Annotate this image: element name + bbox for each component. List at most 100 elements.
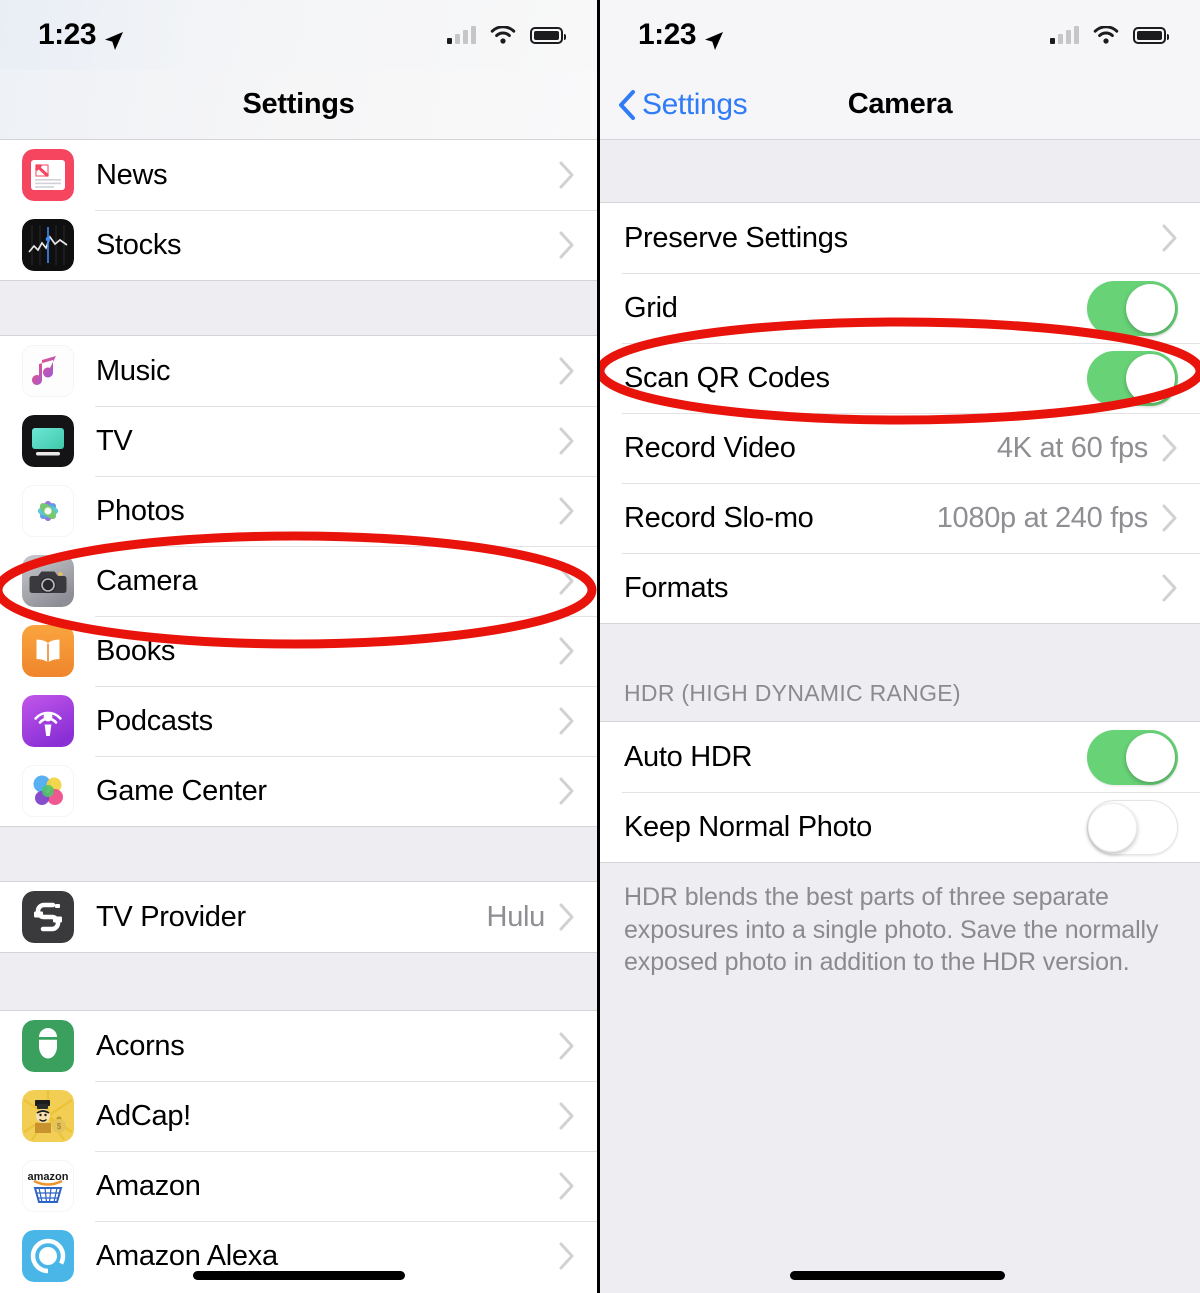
- cellular-signal-icon: [1050, 26, 1079, 44]
- row-formats[interactable]: Formats: [600, 553, 1200, 623]
- back-button[interactable]: Settings: [600, 87, 748, 122]
- grid-toggle[interactable]: [1087, 280, 1178, 336]
- sidebar-item-acorns[interactable]: Acorns: [0, 1011, 597, 1081]
- row-label: Record Slo-mo: [624, 501, 814, 534]
- sidebar-item-label: TV Provider: [96, 900, 246, 933]
- sidebar-item-label: Podcasts: [96, 704, 213, 737]
- row-record-video[interactable]: Record Video 4K at 60 fps: [600, 413, 1200, 483]
- row-label: Record Video: [624, 431, 796, 464]
- sidebar-item-tv-provider[interactable]: TV Provider Hulu: [0, 882, 597, 952]
- left-nav-bar: Settings: [0, 70, 597, 140]
- back-button-label: Settings: [642, 87, 748, 121]
- scan-qr-codes-toggle[interactable]: [1087, 350, 1178, 406]
- settings-section-media-1: News Stocks: [0, 140, 597, 280]
- sidebar-item-stocks[interactable]: Stocks: [0, 210, 597, 280]
- home-indicator: [193, 1271, 405, 1280]
- status-bar-time-group: 1:23: [38, 18, 124, 52]
- sidebar-item-label: TV: [96, 424, 133, 457]
- toggle-knob: [1126, 283, 1175, 333]
- status-bar-indicators: [1050, 24, 1169, 45]
- sidebar-item-books[interactable]: Books: [0, 616, 597, 686]
- chevron-right-icon: [559, 1102, 575, 1130]
- location-arrow-icon: [104, 25, 124, 50]
- chevron-right-icon: [559, 567, 575, 595]
- chevron-right-icon: [559, 1242, 575, 1270]
- status-bar-indicators: [447, 24, 566, 45]
- sidebar-item-music[interactable]: Music: [0, 336, 597, 406]
- row-scan-qr-codes[interactable]: Scan QR Codes: [600, 343, 1200, 413]
- sidebar-item-label: Stocks: [96, 228, 182, 261]
- row-label: Keep Normal Photo: [624, 810, 872, 843]
- section-gap: [0, 826, 597, 882]
- battery-full-icon: [530, 26, 566, 44]
- toggle-knob: [1088, 802, 1137, 852]
- keep-normal-photo-toggle[interactable]: [1087, 799, 1178, 855]
- left-status-bar: 1:23: [0, 0, 597, 70]
- sidebar-item-adcap[interactable]: $ AdCap!: [0, 1081, 597, 1151]
- sidebar-item-tv[interactable]: TV: [0, 406, 597, 476]
- row-auto-hdr[interactable]: Auto HDR: [600, 722, 1200, 792]
- sidebar-item-label: Amazon: [96, 1169, 201, 1202]
- content-filler: [600, 978, 1200, 1293]
- chevron-right-icon: [559, 707, 575, 735]
- section-gap: [600, 624, 1200, 680]
- photos-app-icon: [22, 485, 74, 537]
- row-label: Grid: [624, 291, 678, 324]
- row-grid[interactable]: Grid: [600, 273, 1200, 343]
- row-preserve-settings[interactable]: Preserve Settings: [600, 203, 1200, 273]
- status-bar-time: 1:23: [38, 18, 97, 51]
- news-app-icon: [22, 149, 74, 201]
- sidebar-item-label: AdCap!: [96, 1099, 191, 1132]
- sidebar-item-amazon[interactable]: amazon Amazon: [0, 1151, 597, 1221]
- home-indicator: [790, 1271, 1005, 1280]
- amazon-app-icon: amazon: [22, 1160, 74, 1212]
- settings-section-tv-provider: TV Provider Hulu: [0, 882, 597, 952]
- chevron-right-icon: [1162, 504, 1178, 532]
- right-nav-bar: Settings Camera: [600, 70, 1200, 140]
- chevron-right-icon: [559, 903, 575, 931]
- wifi-icon: [490, 24, 516, 45]
- sidebar-item-label: Acorns: [96, 1029, 185, 1062]
- toggle-knob: [1126, 732, 1175, 782]
- sidebar-item-label: Music: [96, 354, 171, 387]
- stocks-app-icon: [22, 219, 74, 271]
- svg-text:amazon: amazon: [28, 1171, 69, 1183]
- chevron-right-icon: [559, 497, 575, 525]
- chevron-right-icon: [1162, 574, 1178, 602]
- screenshot-root: 1:23 Settings News Stocks Music TV Photo…: [0, 0, 1200, 1293]
- sidebar-item-photos[interactable]: Photos: [0, 476, 597, 546]
- sidebar-item-value: Hulu: [486, 900, 546, 933]
- sidebar-item-camera[interactable]: Camera: [0, 546, 597, 616]
- sidebar-item-podcasts[interactable]: Podcasts: [0, 686, 597, 756]
- section-gap: [0, 280, 597, 336]
- left-phone-screen: 1:23 Settings News Stocks Music TV Photo…: [0, 0, 597, 1293]
- row-label: Scan QR Codes: [624, 361, 830, 394]
- location-arrow-icon: [704, 25, 724, 50]
- sidebar-item-game-center[interactable]: Game Center: [0, 756, 597, 826]
- sidebar-item-amazon-alexa[interactable]: Amazon Alexa: [0, 1221, 597, 1291]
- sidebar-item-label: Photos: [96, 494, 185, 527]
- sidebar-item-label: Camera: [96, 564, 198, 597]
- chevron-right-icon: [559, 427, 575, 455]
- row-value: 4K at 60 fps: [996, 431, 1148, 464]
- chevron-right-icon: [559, 231, 575, 259]
- row-value: 1080p at 240 fps: [936, 501, 1149, 534]
- sidebar-item-news[interactable]: News: [0, 140, 597, 210]
- camera-app-icon: [22, 555, 74, 607]
- chevron-right-icon: [1162, 434, 1178, 462]
- sidebar-item-label: Game Center: [96, 774, 267, 807]
- row-keep-normal-photo[interactable]: Keep Normal Photo: [600, 792, 1200, 862]
- battery-full-icon: [1133, 26, 1169, 44]
- status-bar-time: 1:23: [638, 18, 697, 51]
- tv-app-icon: [22, 415, 74, 467]
- auto-hdr-toggle[interactable]: [1087, 729, 1178, 785]
- adcap-app-icon: $: [22, 1090, 74, 1142]
- row-record-slo-mo[interactable]: Record Slo-mo 1080p at 240 fps: [600, 483, 1200, 553]
- cellular-signal-icon: [447, 26, 476, 44]
- chevron-right-icon: [559, 637, 575, 665]
- amazon-alexa-app-icon: [22, 1230, 74, 1282]
- sidebar-item-label: Books: [96, 634, 176, 667]
- acorns-app-icon: [22, 1020, 74, 1072]
- settings-section-third-party-apps: Acorns $ AdCap! amazon Amazon Amazon Ale…: [0, 1011, 597, 1291]
- settings-list: News Stocks Music TV Photos Camera Books…: [0, 140, 597, 1291]
